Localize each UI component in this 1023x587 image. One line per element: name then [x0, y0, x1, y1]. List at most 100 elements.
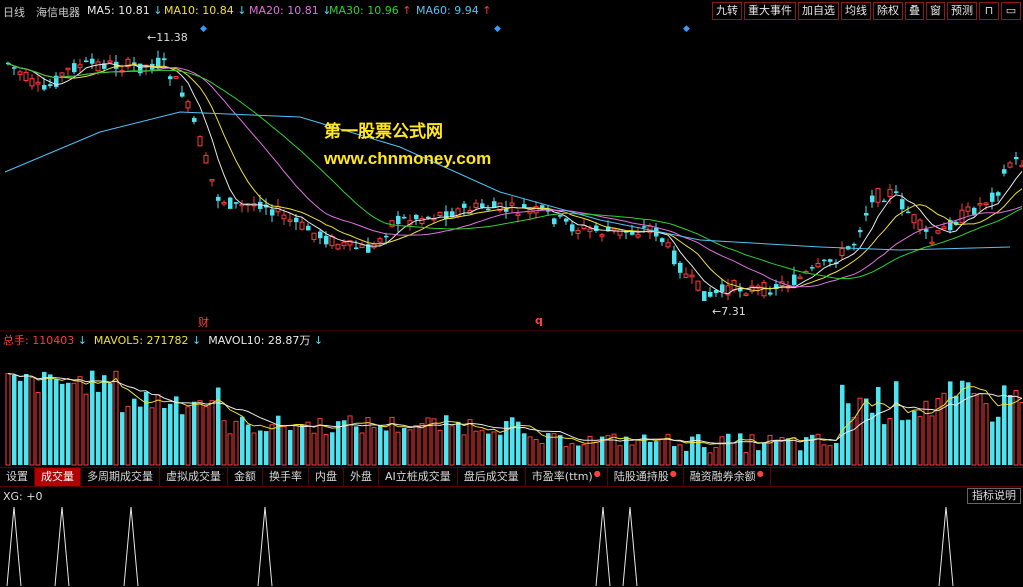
- volume-bar[interactable]: [1008, 395, 1013, 465]
- candlestick[interactable]: [228, 196, 233, 210]
- candlestick[interactable]: [84, 56, 89, 63]
- volume-bar[interactable]: [840, 384, 845, 465]
- toolbar-button-4[interactable]: 除权: [873, 2, 903, 20]
- candlestick[interactable]: [1002, 164, 1007, 177]
- volume-bar[interactable]: [444, 415, 449, 465]
- volume-bar[interactable]: [125, 405, 131, 466]
- volume-bar[interactable]: [846, 403, 851, 465]
- volume-bar[interactable]: [611, 433, 617, 466]
- volume-bar[interactable]: [960, 380, 965, 465]
- candlestick[interactable]: [72, 59, 77, 75]
- candlestick[interactable]: [911, 213, 917, 230]
- volume-bar[interactable]: [305, 421, 311, 466]
- candlestick[interactable]: [875, 187, 881, 208]
- volume-bar[interactable]: [539, 442, 545, 466]
- tab-6[interactable]: 内盘: [309, 468, 344, 486]
- fullscreen-icon[interactable]: ▭: [1001, 2, 1021, 20]
- volume-bar[interactable]: [486, 433, 491, 465]
- volume-bar[interactable]: [77, 376, 83, 466]
- toolbar-button-0[interactable]: 九转: [712, 2, 742, 20]
- volume-bar[interactable]: [467, 419, 473, 466]
- volume-bar[interactable]: [929, 415, 935, 466]
- volume-bar[interactable]: [185, 406, 191, 466]
- tab-12[interactable]: 融资融券余额●: [684, 468, 771, 486]
- candlestick[interactable]: [180, 85, 185, 98]
- tab-9[interactable]: 盘后成交量: [458, 468, 526, 486]
- candlestick[interactable]: [17, 69, 23, 81]
- volume-bar[interactable]: [510, 417, 515, 465]
- volume-bar[interactable]: [707, 452, 713, 466]
- volume-bar[interactable]: [359, 432, 365, 466]
- volume-bar[interactable]: [983, 403, 989, 466]
- volume-bar[interactable]: [971, 392, 977, 466]
- candlestick[interactable]: [864, 205, 869, 222]
- volume-bar[interactable]: [209, 400, 215, 466]
- volume-bar[interactable]: [132, 398, 137, 465]
- candlestick[interactable]: [815, 257, 821, 269]
- candlestick[interactable]: [708, 287, 713, 298]
- volume-bar[interactable]: [407, 429, 413, 466]
- candlestick[interactable]: [870, 189, 875, 208]
- candlestick[interactable]: [77, 58, 83, 73]
- volume-bar[interactable]: [635, 438, 641, 466]
- volume-bar[interactable]: [431, 418, 437, 466]
- candlestick[interactable]: [959, 203, 965, 224]
- candlestick[interactable]: [239, 199, 245, 213]
- tab-0[interactable]: 设置: [0, 468, 35, 486]
- volume-bar[interactable]: [276, 415, 281, 465]
- candlestick[interactable]: [965, 202, 971, 217]
- volume-bar[interactable]: [251, 432, 257, 466]
- volume-bar[interactable]: [672, 446, 677, 465]
- volume-bar[interactable]: [767, 434, 773, 466]
- candlestick[interactable]: [371, 241, 377, 250]
- volume-bar[interactable]: [954, 395, 959, 465]
- volume-bar[interactable]: [731, 442, 737, 466]
- volume-bar[interactable]: [894, 381, 899, 465]
- candlestick[interactable]: [306, 223, 311, 231]
- volume-bar[interactable]: [246, 424, 251, 465]
- volume-bar[interactable]: [233, 420, 239, 466]
- candlestick[interactable]: [444, 205, 449, 227]
- candlestick[interactable]: [407, 214, 413, 231]
- candlestick[interactable]: [611, 228, 617, 235]
- candlestick[interactable]: [173, 75, 179, 79]
- volume-bar[interactable]: [906, 419, 911, 465]
- volume-bar[interactable]: [990, 421, 995, 465]
- tab-5[interactable]: 换手率: [263, 468, 309, 486]
- candlestick[interactable]: [599, 233, 605, 242]
- volume-bar[interactable]: [48, 374, 53, 465]
- volume-bar[interactable]: [66, 382, 71, 465]
- candlestick[interactable]: [564, 217, 569, 225]
- volume-bar[interactable]: [504, 421, 509, 465]
- volume-bar[interactable]: [527, 436, 533, 466]
- candlestick[interactable]: [1014, 151, 1019, 165]
- volume-bar[interactable]: [498, 434, 503, 465]
- tab-8[interactable]: AI立桩成交量: [379, 468, 458, 486]
- volume-bar[interactable]: [90, 370, 95, 465]
- toolbar-button-5[interactable]: 叠: [905, 2, 924, 20]
- volume-bar[interactable]: [738, 433, 743, 465]
- candlestick[interactable]: [29, 74, 35, 90]
- candlestick[interactable]: [497, 202, 503, 213]
- volume-bar[interactable]: [624, 436, 629, 465]
- volume-bar[interactable]: [456, 421, 461, 465]
- candlestick[interactable]: [882, 198, 887, 203]
- volume-bar[interactable]: [684, 450, 689, 465]
- volume-bar[interactable]: [900, 420, 905, 465]
- volume-bar[interactable]: [149, 407, 155, 466]
- volume-bar[interactable]: [371, 426, 377, 466]
- candlestick[interactable]: [473, 199, 479, 210]
- candlestick[interactable]: [132, 56, 137, 71]
- candlestick[interactable]: [858, 227, 863, 238]
- candlestick[interactable]: [533, 201, 539, 219]
- volume-bar[interactable]: [473, 430, 479, 466]
- volume-bar[interactable]: [533, 438, 539, 466]
- candlestick[interactable]: [48, 78, 53, 89]
- volume-bar[interactable]: [798, 450, 803, 465]
- volume-bar[interactable]: [413, 424, 419, 466]
- volume-bar[interactable]: [546, 433, 551, 465]
- candlestick[interactable]: [509, 196, 515, 214]
- candlestick[interactable]: [402, 214, 407, 220]
- tab-1[interactable]: 成交量: [35, 468, 81, 486]
- tab-4[interactable]: 金额: [228, 468, 263, 486]
